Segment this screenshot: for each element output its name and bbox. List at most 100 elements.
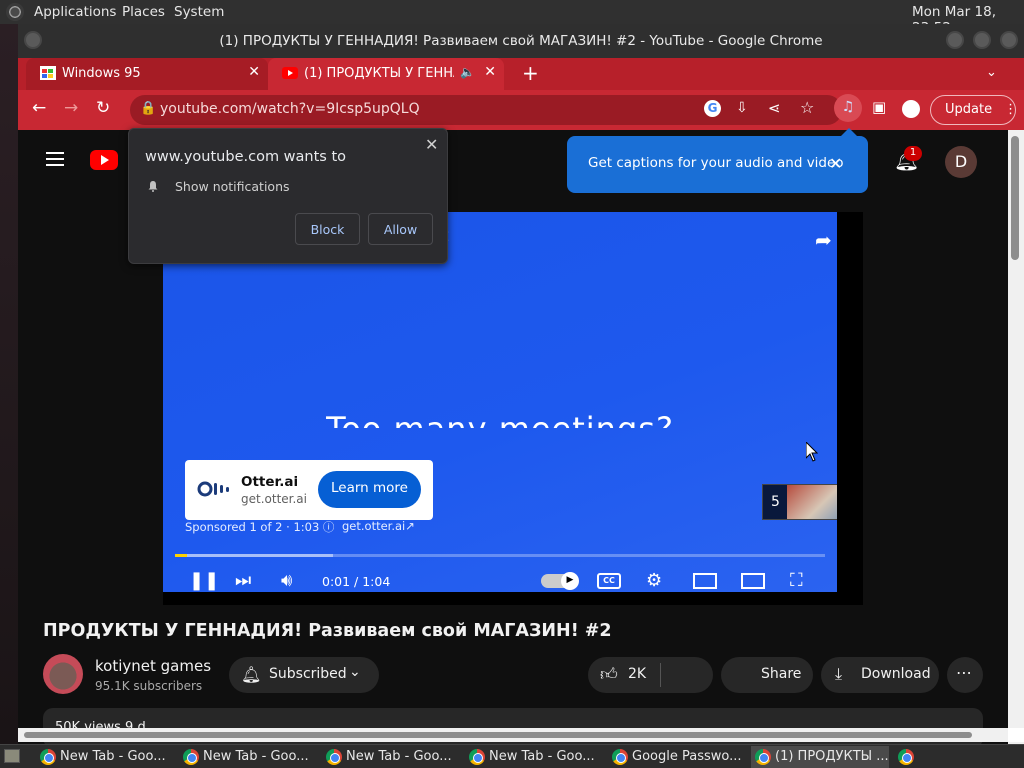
- taskbar-item[interactable]: New Tab - Goo...: [465, 746, 601, 768]
- tab-search-chevron-icon[interactable]: ⌄: [986, 65, 997, 80]
- fullscreen-icon[interactable]: ⛶: [790, 570, 803, 591]
- volume-icon[interactable]: 🔊︎: [281, 570, 292, 591]
- close-window-button[interactable]: [1000, 31, 1018, 49]
- captions-tooltip: Get captions for your audio and video ✕: [567, 128, 868, 193]
- site-info-lock-icon[interactable]: 🔒: [140, 101, 156, 116]
- gnome-foot-icon[interactable]: [6, 3, 24, 21]
- advertiser-domain: get.otter.ai: [241, 492, 307, 506]
- theater-mode-icon[interactable]: [741, 573, 765, 589]
- window-titlebar[interactable]: (1) ПРОДУКТЫ У ГЕННАДИЯ! Развиваем свой …: [18, 24, 1024, 58]
- hamburger-menu-icon[interactable]: [46, 152, 64, 166]
- chrome-icon: [326, 749, 342, 765]
- otter-logo-icon: [197, 481, 229, 497]
- minimize-button[interactable]: [946, 31, 964, 49]
- show-desktop-icon[interactable]: [4, 749, 20, 763]
- taskbar-item[interactable]: Google Passwo...: [608, 746, 744, 768]
- video-headline-text: Too many meetings?: [163, 410, 837, 428]
- more-actions-button[interactable]: ⋯: [947, 657, 983, 693]
- settings-gear-icon[interactable]: ⚙: [646, 570, 662, 591]
- reload-icon[interactable]: ↻: [96, 98, 110, 118]
- system-menu[interactable]: System: [174, 4, 224, 20]
- horizontal-scrollbar[interactable]: [18, 728, 1008, 742]
- block-button[interactable]: Block: [295, 213, 360, 245]
- captions-icon[interactable]: CC: [597, 573, 621, 589]
- sponsored-url-link[interactable]: get.otter.ai↗: [342, 519, 415, 533]
- url-text[interactable]: youtube.com/watch?v=9Icsp5upQLQ: [160, 101, 420, 117]
- install-app-icon[interactable]: ⇩: [736, 100, 748, 116]
- close-tab-icon[interactable]: ✕: [484, 64, 496, 80]
- back-arrow-icon[interactable]: ←: [32, 98, 46, 118]
- taskbar-item[interactable]: New Tab - Goo...: [322, 746, 458, 768]
- google-lens-icon[interactable]: G: [704, 100, 721, 117]
- video-player[interactable]: tant ➦ Too many meetings? Otter.ai get.o…: [163, 212, 863, 605]
- audio-playing-icon[interactable]: 🔈: [460, 65, 475, 79]
- progress-buffered: [175, 554, 333, 557]
- taskbar-item-label: (1) ПРОДУКТЫ ...: [775, 749, 889, 764]
- browser-toolbar: ← → ↻ 🔒 youtube.com/watch?v=9Icsp5upQLQ …: [18, 90, 1024, 130]
- applications-menu[interactable]: Applications: [34, 4, 116, 20]
- chevron-down-icon: ⌄: [349, 664, 361, 680]
- chrome-icon: [183, 749, 199, 765]
- system-top-panel: Applications Places System Mon Mar 18, 2…: [0, 0, 1024, 36]
- advertiser-name: Otter.ai: [241, 474, 299, 490]
- miniplayer-icon[interactable]: [693, 573, 717, 589]
- autoplay-play-icon: ▶: [561, 572, 579, 590]
- thumbs-up-icon: 👍︎: [600, 665, 618, 685]
- taskbar-item[interactable]: [894, 746, 924, 768]
- tab-windows-95[interactable]: Windows 95 ✕: [26, 58, 268, 90]
- next-video-thumbnail: [787, 485, 837, 519]
- channel-avatar[interactable]: [43, 654, 83, 694]
- skip-countdown-number: 5: [771, 494, 780, 510]
- share-icon[interactable]: ⋖: [768, 99, 781, 117]
- ad-card[interactable]: Otter.ai get.otter.ai Learn more: [185, 460, 433, 520]
- video-frame[interactable]: tant ➦ Too many meetings? Otter.ai get.o…: [163, 212, 837, 592]
- places-menu[interactable]: Places: [122, 4, 165, 20]
- taskbar-item[interactable]: New Tab - Goo...: [179, 746, 315, 768]
- like-dislike-divider: [660, 663, 661, 687]
- mouse-cursor-icon: [806, 442, 818, 462]
- account-avatar[interactable]: D: [945, 146, 977, 178]
- new-tab-plus-icon[interactable]: +: [522, 61, 539, 85]
- notification-bell-icon: [148, 181, 158, 192]
- windows95-favicon-icon: [40, 66, 56, 80]
- like-button[interactable]: 👍︎ 2K: [588, 657, 713, 693]
- channel-name[interactable]: kotiynet games: [95, 657, 211, 675]
- youtube-logo-icon[interactable]: [90, 150, 118, 170]
- media-controls-icon[interactable]: ♫: [834, 94, 862, 122]
- horizontal-scroll-thumb[interactable]: [24, 732, 972, 738]
- taskbar-item[interactable]: New Tab - Goo...: [36, 746, 172, 768]
- allow-button[interactable]: Allow: [368, 213, 433, 245]
- youtube-favicon-icon: [282, 67, 298, 79]
- profile-icon[interactable]: [902, 100, 920, 118]
- subscriber-count: 95.1K subscribers: [95, 679, 203, 693]
- share-button[interactable]: Share: [721, 657, 813, 693]
- address-bar[interactable]: 🔒 youtube.com/watch?v=9Icsp5upQLQ G ⇩ ⋖ …: [130, 95, 842, 125]
- next-icon[interactable]: ⏭︎: [235, 570, 251, 591]
- close-tab-icon[interactable]: ✕: [248, 64, 260, 80]
- learn-more-button[interactable]: Learn more: [318, 471, 421, 508]
- taskbar-item-label: New Tab - Goo...: [203, 749, 309, 764]
- close-popup-icon[interactable]: ✕: [425, 135, 438, 154]
- pause-icon[interactable]: ❚❚: [189, 570, 219, 591]
- vertical-scroll-thumb[interactable]: [1011, 136, 1019, 260]
- notification-permission-popup: www.youtube.com wants to ✕ Show notifica…: [128, 128, 448, 264]
- download-button[interactable]: ⤓ Download: [821, 657, 939, 693]
- maximize-button[interactable]: [973, 31, 991, 49]
- bookmark-star-icon[interactable]: ☆: [800, 98, 814, 117]
- taskbar-item-active[interactable]: (1) ПРОДУКТЫ ...: [751, 746, 889, 768]
- share-arrow-icon[interactable]: ➦: [815, 228, 832, 252]
- share-label: Share: [761, 666, 802, 682]
- close-tooltip-icon[interactable]: ✕: [829, 154, 842, 173]
- subscribed-button[interactable]: 🔔︎ Subscribed ⌄: [229, 657, 379, 693]
- chrome-icon: [898, 749, 914, 765]
- update-button[interactable]: Update ⋮: [930, 95, 1017, 125]
- ad-skip-countdown: 5: [762, 484, 837, 520]
- tab-youtube-active[interactable]: (1) ПРОДУКТЫ У ГЕННАД 🔈 ✕: [268, 58, 504, 90]
- permission-title: www.youtube.com wants to: [145, 149, 347, 165]
- sponsored-label: Sponsored 1 of 2 · 1:03 ⓘ: [185, 520, 335, 534]
- side-panel-icon[interactable]: ▣: [872, 98, 886, 116]
- like-count: 2K: [628, 666, 647, 682]
- update-label: Update: [945, 102, 993, 117]
- scrollbar-corner: [1008, 728, 1024, 742]
- forward-arrow-icon[interactable]: →: [64, 98, 78, 118]
